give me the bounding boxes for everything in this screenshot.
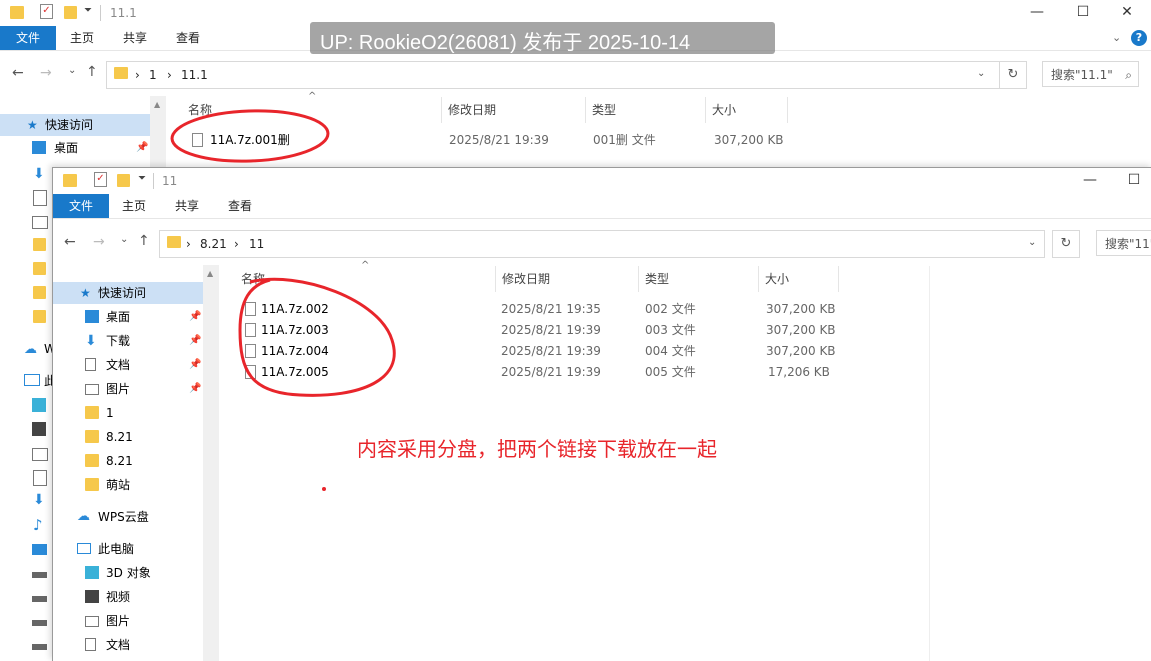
- red-circle-highlight: [238, 277, 396, 397]
- red-circle-highlight: [170, 109, 330, 163]
- annotation-text: 内容采用分盘，把两个链接下载放在一起: [357, 437, 717, 461]
- annotation-layer: [170, 109, 396, 491]
- red-dot-mark: [322, 487, 326, 491]
